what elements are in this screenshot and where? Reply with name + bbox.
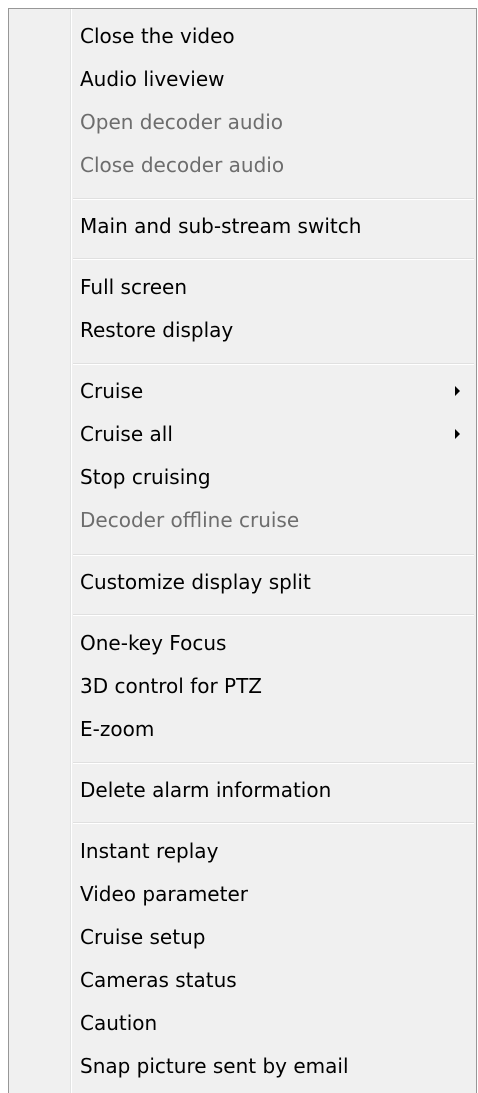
menu-item-label: E-zoom — [80, 717, 155, 741]
menu-item-full-screen[interactable]: Full screen — [11, 266, 474, 308]
menu-separator — [73, 198, 474, 200]
menu-item-label: Instant replay — [80, 839, 219, 863]
menu-item-label: Main and sub-stream switch — [80, 214, 362, 238]
menu-item-label: One-key Focus — [80, 631, 227, 655]
menu-item-snap-picture-email[interactable]: Snap picture sent by email — [11, 1045, 474, 1087]
menu-item-one-key-focus[interactable]: One-key Focus — [11, 622, 474, 664]
menu-item-label: Audio liveview — [80, 67, 225, 91]
menu-item-e-zoom[interactable]: E-zoom — [11, 708, 474, 750]
menu-item-label: Cameras status — [80, 968, 237, 992]
menu-item-cameras-status[interactable]: Cameras status — [11, 959, 474, 1001]
menu-separator — [73, 363, 474, 365]
menu-item-main-sub-stream-switch[interactable]: Main and sub-stream switch — [11, 205, 474, 247]
menu-item-decoder-offline-cruise: Decoder offline cruise — [11, 499, 474, 541]
menu-separator — [73, 258, 474, 260]
menu-item-stop-cruising[interactable]: Stop cruising — [11, 456, 474, 498]
menu-separator — [73, 762, 474, 764]
menu-separator — [73, 614, 474, 616]
menu-item-3d-control-ptz[interactable]: 3D control for PTZ — [11, 665, 474, 707]
context-menu: Close the video Audio liveview Open deco… — [8, 8, 477, 1093]
menu-item-close-the-video[interactable]: Close the video — [11, 15, 474, 57]
menu-separator — [73, 554, 474, 556]
menu-item-label: Decoder offline cruise — [80, 508, 300, 532]
menu-item-instant-replay[interactable]: Instant replay — [11, 830, 474, 872]
menu-item-cruise-setup[interactable]: Cruise setup — [11, 916, 474, 958]
menu-item-label: Customize display split — [80, 570, 311, 594]
menu-item-label: Video parameter — [80, 882, 248, 906]
menu-item-open-decoder-audio: Open decoder audio — [11, 101, 474, 143]
menu-item-close-decoder-audio: Close decoder audio — [11, 144, 474, 186]
menu-item-video-parameter[interactable]: Video parameter — [11, 873, 474, 915]
menu-separator — [73, 822, 474, 824]
menu-item-label: Cruise setup — [80, 925, 206, 949]
menu-item-cruise-all[interactable]: Cruise all — [11, 413, 474, 455]
menu-item-label: Full screen — [80, 275, 188, 299]
chevron-right-icon — [455, 429, 460, 439]
menu-item-label: Snap picture sent by email — [80, 1054, 349, 1078]
menu-item-cruise[interactable]: Cruise — [11, 370, 474, 412]
menu-item-label: Close decoder audio — [80, 153, 285, 177]
menu-item-label: Stop cruising — [80, 465, 211, 489]
menu-item-label: Restore display — [80, 318, 234, 342]
menu-item-caution[interactable]: Caution — [11, 1002, 474, 1044]
menu-item-label: Delete alarm information — [80, 778, 332, 802]
menu-item-audio-liveview[interactable]: Audio liveview — [11, 58, 474, 100]
menu-item-label: Caution — [80, 1011, 158, 1035]
menu-item-label: Open decoder audio — [80, 110, 284, 134]
menu-item-label: Cruise — [80, 379, 144, 403]
menu-item-delete-alarm-information[interactable]: Delete alarm information — [11, 769, 474, 811]
menu-item-restore-display[interactable]: Restore display — [11, 309, 474, 351]
menu-item-label: Cruise all — [80, 422, 173, 446]
menu-item-label: 3D control for PTZ — [80, 674, 263, 698]
chevron-right-icon — [455, 386, 460, 396]
menu-item-label: Close the video — [80, 24, 235, 48]
menu-item-customize-display-split[interactable]: Customize display split — [11, 561, 474, 603]
